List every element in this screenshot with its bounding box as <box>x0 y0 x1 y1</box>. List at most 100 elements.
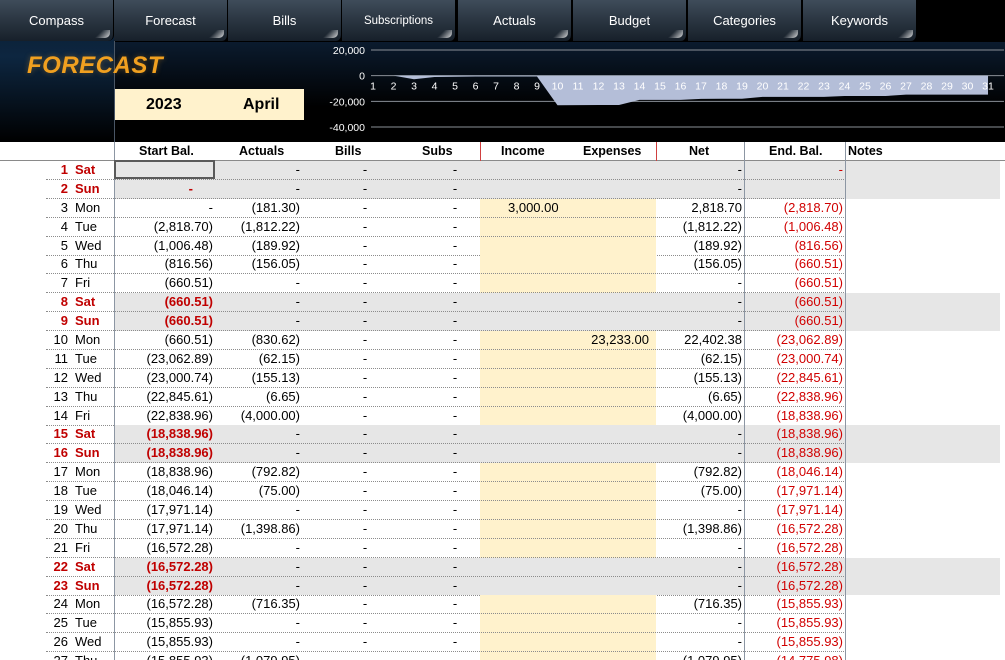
end-balance-cell[interactable]: (22,845.61) <box>746 370 844 386</box>
actuals-cell[interactable]: (62.15) <box>216 351 300 367</box>
subs-cell[interactable]: - <box>420 370 490 386</box>
bills-cell[interactable]: - <box>330 483 400 499</box>
start-balance-cell[interactable]: (15,855.93) <box>114 653 214 660</box>
net-cell[interactable]: (62.15) <box>658 351 742 367</box>
bills-cell[interactable]: - <box>330 578 400 594</box>
start-balance-cell[interactable]: (17,971.14) <box>114 502 214 518</box>
actuals-cell[interactable]: - <box>216 559 300 575</box>
end-balance-cell[interactable]: (14,775.98) <box>746 653 844 660</box>
start-balance-cell[interactable]: (660.51) <box>114 313 213 329</box>
actuals-cell[interactable]: - <box>216 181 300 197</box>
actuals-cell[interactable]: (156.05) <box>216 256 300 272</box>
subs-cell[interactable]: - <box>420 313 490 329</box>
start-balance-cell[interactable]: (16,572.28) <box>114 559 214 575</box>
end-balance-cell[interactable]: (23,000.74) <box>746 351 844 367</box>
bills-cell[interactable]: - <box>330 445 400 461</box>
bills-cell[interactable]: - <box>330 464 400 480</box>
net-cell[interactable]: (4,000.00) <box>658 408 742 424</box>
actuals-cell[interactable]: (1,812.22) <box>216 219 300 235</box>
net-cell[interactable]: - <box>658 162 742 178</box>
end-balance-cell[interactable]: (17,971.14) <box>746 502 844 518</box>
start-balance-cell[interactable]: (660.51) <box>114 294 213 310</box>
subs-cell[interactable]: - <box>420 200 490 216</box>
end-balance-cell[interactable]: (17,971.14) <box>746 483 844 499</box>
end-balance-cell[interactable]: (15,855.93) <box>746 596 844 612</box>
net-cell[interactable]: (1,079.95) <box>658 653 742 660</box>
net-cell[interactable]: - <box>658 559 742 575</box>
bills-cell[interactable]: - <box>330 408 400 424</box>
end-balance-cell[interactable]: (23,062.89) <box>746 332 844 348</box>
actuals-cell[interactable]: (792.82) <box>216 464 300 480</box>
start-balance-cell[interactable]: (18,046.14) <box>114 483 214 499</box>
bills-cell[interactable]: - <box>330 596 400 612</box>
bills-cell[interactable]: - <box>330 313 400 329</box>
start-balance-cell[interactable]: (16,572.28) <box>114 540 214 556</box>
tab-compass[interactable]: Compass <box>0 0 114 41</box>
actuals-cell[interactable]: - <box>216 615 300 631</box>
net-cell[interactable]: (155.13) <box>658 370 742 386</box>
end-balance-cell[interactable]: (18,838.96) <box>746 408 844 424</box>
end-balance-cell[interactable]: (660.51) <box>746 275 843 291</box>
bills-cell[interactable]: - <box>330 200 400 216</box>
end-balance-cell[interactable]: (2,818.70) <box>746 200 843 216</box>
subs-cell[interactable]: - <box>420 578 490 594</box>
net-cell[interactable]: - <box>658 445 742 461</box>
subs-cell[interactable]: - <box>420 445 490 461</box>
actuals-cell[interactable]: (75.00) <box>216 483 300 499</box>
subs-cell[interactable]: - <box>420 653 490 660</box>
bills-cell[interactable]: - <box>330 162 400 178</box>
actuals-cell[interactable]: (1,398.86) <box>216 521 300 537</box>
bills-cell[interactable]: - <box>330 389 400 405</box>
end-balance-cell[interactable]: (1,006.48) <box>746 219 843 235</box>
net-cell[interactable]: (1,812.22) <box>658 219 742 235</box>
end-balance-cell[interactable]: (18,046.14) <box>746 464 844 480</box>
start-balance-cell[interactable]: (18,838.96) <box>114 426 214 442</box>
actuals-cell[interactable]: (6.65) <box>216 389 300 405</box>
net-cell[interactable]: - <box>658 294 742 310</box>
bills-cell[interactable]: - <box>330 634 400 650</box>
net-cell[interactable]: - <box>658 313 742 329</box>
start-balance-cell[interactable]: - <box>114 200 213 216</box>
tab-keywords[interactable]: Keywords <box>803 0 917 41</box>
actuals-cell[interactable]: - <box>216 540 300 556</box>
actuals-cell[interactable]: - <box>216 426 300 442</box>
bills-cell[interactable]: - <box>330 181 400 197</box>
tab-actuals[interactable]: Actuals <box>458 0 572 41</box>
bills-cell[interactable]: - <box>330 219 400 235</box>
selected-cell[interactable] <box>114 160 215 179</box>
bills-cell[interactable]: - <box>330 332 400 348</box>
bills-cell[interactable]: - <box>330 615 400 631</box>
start-balance-cell[interactable]: (18,838.96) <box>114 445 214 461</box>
actuals-cell[interactable]: - <box>216 502 300 518</box>
start-balance-cell[interactable]: (22,845.61) <box>114 389 214 405</box>
actuals-cell[interactable]: (189.92) <box>216 238 300 254</box>
net-cell[interactable]: - <box>658 578 742 594</box>
net-cell[interactable]: (792.82) <box>658 464 742 480</box>
net-cell[interactable]: - <box>658 615 742 631</box>
subs-cell[interactable]: - <box>420 219 490 235</box>
bills-cell[interactable]: - <box>330 540 400 556</box>
end-balance-cell[interactable]: - <box>746 162 843 178</box>
subs-cell[interactable]: - <box>420 389 490 405</box>
subs-cell[interactable]: - <box>420 634 490 650</box>
subs-cell[interactable]: - <box>420 332 490 348</box>
start-balance-cell[interactable]: (16,572.28) <box>114 596 214 612</box>
subs-cell[interactable]: - <box>420 408 490 424</box>
subs-cell[interactable]: - <box>420 559 490 575</box>
net-cell[interactable]: - <box>658 426 742 442</box>
actuals-cell[interactable]: (716.35) <box>216 596 300 612</box>
start-balance-cell[interactable]: (16,572.28) <box>114 578 214 594</box>
tab-bills[interactable]: Bills <box>228 0 342 41</box>
start-balance-cell[interactable]: (15,855.93) <box>114 634 214 650</box>
net-cell[interactable]: - <box>658 634 742 650</box>
bills-cell[interactable]: - <box>330 256 400 272</box>
net-cell[interactable]: 2,818.70 <box>658 200 742 216</box>
net-cell[interactable]: - <box>658 540 742 556</box>
subs-cell[interactable]: - <box>420 426 490 442</box>
actuals-cell[interactable]: (830.62) <box>216 332 300 348</box>
subs-cell[interactable]: - <box>420 502 490 518</box>
end-balance-cell[interactable]: (18,838.96) <box>746 426 844 442</box>
net-cell[interactable]: (1,398.86) <box>658 521 742 537</box>
tab-budget[interactable]: Budget <box>573 0 687 41</box>
actuals-cell[interactable]: - <box>216 578 300 594</box>
